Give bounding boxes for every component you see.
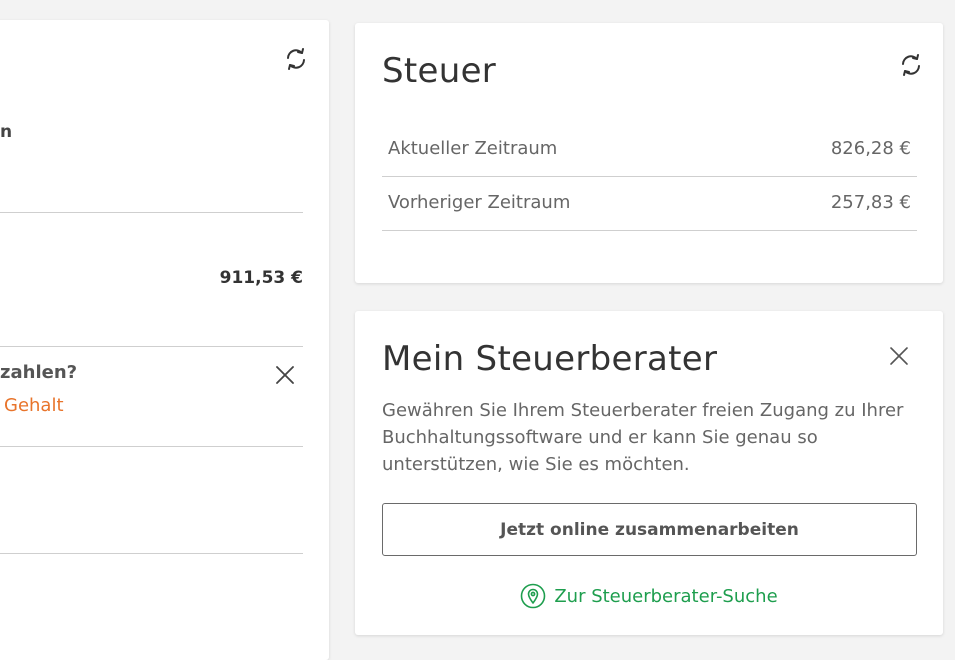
tax-advisor-search-label: Zur Steuerberater-Suche: [554, 585, 778, 607]
close-icon[interactable]: [888, 345, 910, 367]
divider: [0, 346, 303, 347]
tax-advisor-description: Gewähren Sie Ihrem Steuerberater freien …: [382, 400, 904, 475]
tax-row-label: Vorheriger Zeitraum: [388, 192, 571, 213]
salary-link[interactable]: Gehalt: [4, 395, 64, 416]
tax-advisor-card: Mein Steuerberater Gewähren Sie Ihrem St…: [355, 311, 943, 635]
divider: [382, 230, 917, 231]
location-pin-icon: [520, 583, 546, 609]
amount-value: 911,53 €: [219, 268, 303, 288]
divider: [382, 176, 917, 177]
tax-advisor-card-title: Mein Steuerberater: [382, 339, 718, 379]
refresh-icon[interactable]: [898, 52, 924, 78]
tax-advisor-search-link[interactable]: Zur Steuerberater-Suche: [355, 583, 943, 609]
left-card-heading-fragment: n: [0, 122, 13, 142]
divider: [0, 446, 303, 447]
tax-card: Steuer Aktueller Zeitraum 826,28 € Vorhe…: [355, 23, 943, 283]
divider: [0, 212, 303, 213]
tax-row-value: 826,28 €: [830, 138, 911, 159]
collaborate-online-button[interactable]: Jetzt online zusammenarbeiten: [382, 503, 917, 556]
tax-row-value: 257,83 €: [830, 192, 911, 213]
refresh-icon[interactable]: [283, 46, 309, 72]
hint-question: zahlen?: [0, 362, 78, 383]
divider: [0, 553, 303, 554]
close-icon[interactable]: [274, 364, 296, 386]
tax-card-title: Steuer: [382, 51, 497, 91]
tax-row-label: Aktueller Zeitraum: [388, 138, 558, 159]
left-card: n 911,53 € zahlen? Gehalt: [0, 20, 329, 660]
